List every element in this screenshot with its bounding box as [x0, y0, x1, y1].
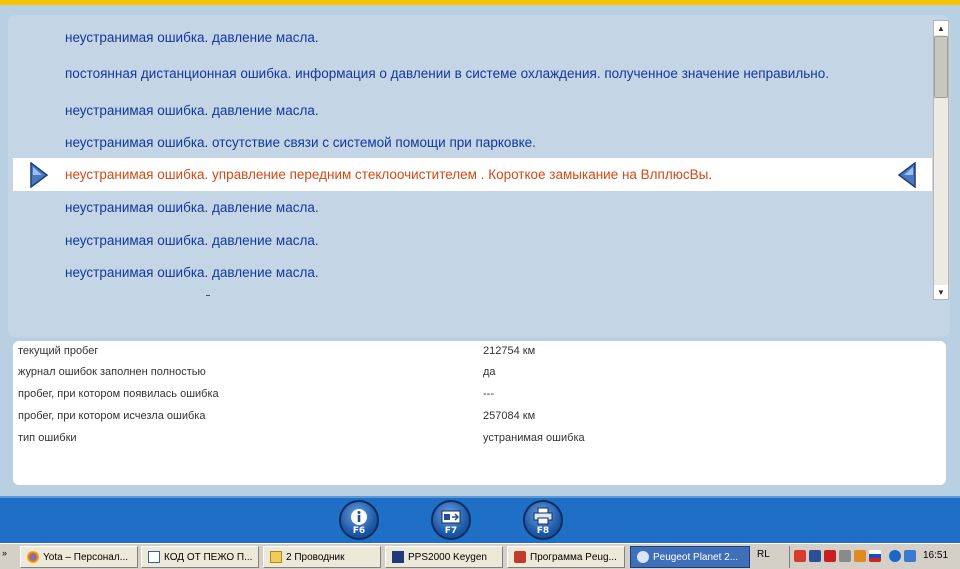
detail-value: --- — [483, 388, 494, 400]
detail-label: пробег, при котором появилась ошибка — [18, 388, 219, 400]
fault-row-selected[interactable]: неустранимая ошибка. управление передним… — [13, 158, 932, 191]
detail-row: пробег, при котором исчезла ошибка 25708… — [13, 406, 946, 426]
fault-list: неустранимая ошибка. давление масла. пос… — [13, 15, 932, 305]
task-label: Программа Peug... — [530, 551, 617, 563]
language-indicator[interactable]: RL — [757, 549, 779, 565]
detail-label: журнал ошибок заполнен полностью — [18, 366, 206, 378]
app-background: неустранимая ошибка. давление масла. пос… — [0, 5, 960, 496]
tray-russian-flag-icon[interactable] — [869, 550, 881, 562]
scroll-thumb[interactable] — [934, 36, 948, 98]
f6-info-button[interactable]: F6 — [339, 500, 379, 540]
fault-text: неустранимая ошибка. давление масла. — [65, 29, 319, 45]
scroll-down-icon[interactable]: ▼ — [934, 285, 948, 299]
fault-list-scrollbar[interactable]: ▲ ▼ — [933, 20, 949, 300]
fault-detail-panel: текущий пробег 212754 км журнал ошибок з… — [13, 341, 946, 485]
task-button-yota[interactable]: Yota – Персонал... — [20, 546, 138, 568]
fault-row-6[interactable]: неустранимая ошибка. давление масла. — [13, 197, 932, 217]
selection-arrow-left-icon — [898, 162, 916, 188]
detail-label: пробег, при котором исчезла ошибка — [18, 410, 206, 422]
fault-row-1[interactable]: неустранимая ошибка. давление масла. — [13, 27, 932, 47]
fkey-label: F6 — [352, 526, 366, 536]
fault-list-panel: неустранимая ошибка. давление масла. пос… — [8, 15, 950, 337]
tray-bluetooth-icon[interactable] — [889, 550, 901, 562]
function-key-toolbar: F6 F7 F8 — [0, 496, 960, 543]
fault-row-7[interactable]: неустранимая ошибка. давление масла. — [13, 230, 932, 250]
list-continuation-mark — [206, 295, 210, 296]
document-transfer-icon — [441, 510, 461, 524]
task-label: 2 Проводник — [286, 551, 345, 563]
detail-label: текущий пробег — [18, 345, 99, 357]
task-button-peugeot-code[interactable]: КОД ОТ ПЕЖО П... — [141, 546, 259, 568]
task-label: Peugeot Planet 2... — [653, 551, 739, 563]
detail-row: тип ошибки устранимая ошибка — [13, 428, 946, 448]
fault-text: неустранимая ошибка. давление масла. — [65, 102, 319, 118]
detail-value: да — [483, 366, 496, 378]
fault-text: неустранимая ошибка. давление масла. — [65, 199, 319, 215]
task-button-peugeot-planet[interactable]: Peugeot Planet 2... — [630, 546, 750, 568]
detail-value: устранимая ошибка — [483, 432, 585, 444]
planet-icon — [637, 551, 649, 563]
fault-text: постоянная дистанционная ошибка. информа… — [65, 65, 829, 81]
printer-icon — [533, 507, 553, 525]
taskbar-clock: 16:51 — [923, 550, 949, 561]
program-icon — [514, 551, 526, 563]
tray-display-icon[interactable] — [904, 550, 916, 562]
windows-taskbar: » Yota – Персонал... КОД ОТ ПЕЖО П... 2 … — [0, 543, 960, 569]
scroll-up-icon[interactable]: ▲ — [934, 21, 948, 35]
chrome-icon — [27, 551, 39, 563]
app-icon — [392, 551, 404, 563]
folder-icon — [270, 551, 282, 563]
task-label: Yota – Персонал... — [43, 551, 129, 563]
detail-row: журнал ошибок заполнен полностью да — [13, 362, 946, 382]
task-button-explorer[interactable]: 2 Проводник — [263, 546, 381, 568]
task-button-peugeot-program[interactable]: Программа Peug... — [507, 546, 625, 568]
tray-tool-icon[interactable] — [839, 550, 851, 562]
tray-network-off-icon[interactable] — [824, 550, 836, 562]
fault-text: неустранимая ошибка. давление масла. — [65, 232, 319, 248]
detail-label: тип ошибки — [18, 432, 77, 444]
taskbar-expand-icon[interactable]: » — [2, 548, 7, 558]
fault-row-2[interactable]: постоянная дистанционная ошибка. информа… — [13, 56, 932, 90]
fkey-label: F8 — [536, 526, 550, 536]
detail-value: 257084 км — [483, 410, 536, 422]
task-label: PPS2000 Keygen — [408, 551, 487, 563]
fkey-label: F7 — [444, 526, 458, 536]
detail-value: 212754 км — [483, 345, 536, 357]
fault-row-3[interactable]: неустранимая ошибка. давление масла. — [13, 100, 932, 120]
task-label: КОД ОТ ПЕЖО П... — [164, 551, 253, 563]
f7-transfer-button[interactable]: F7 — [431, 500, 471, 540]
fault-row-4[interactable]: неустранимая ошибка. отсутствие связи с … — [13, 132, 932, 152]
fault-text: неустранимая ошибка. давление масла. — [65, 264, 319, 280]
tray-mail-icon[interactable] — [794, 550, 806, 562]
selection-arrow-right-icon — [30, 162, 48, 188]
f8-print-button[interactable]: F8 — [523, 500, 563, 540]
fault-text: неустранимая ошибка. управление передним… — [65, 167, 713, 182]
system-tray: 16:51 — [789, 546, 960, 568]
tray-security-icon[interactable] — [854, 550, 866, 562]
window-icon — [148, 551, 160, 563]
task-button-pps2000[interactable]: PPS2000 Keygen — [385, 546, 503, 568]
info-icon — [351, 509, 367, 525]
fault-row-8[interactable]: неустранимая ошибка. давление масла. — [13, 262, 932, 282]
detail-row: текущий пробег 212754 км — [13, 341, 946, 361]
detail-row: пробег, при котором появилась ошибка --- — [13, 384, 946, 404]
fault-text: неустранимая ошибка. отсутствие связи с … — [65, 134, 536, 150]
tray-device-icon[interactable] — [809, 550, 821, 562]
